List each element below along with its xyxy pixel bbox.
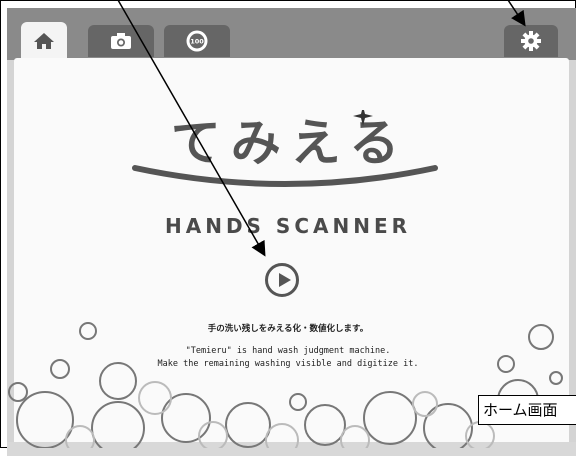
annotation-arrows: [117, 0, 526, 257]
caption-label: ホーム画面: [478, 395, 576, 425]
arrow-to-settings: [507, 0, 526, 27]
arrow-to-play: [117, 0, 266, 257]
